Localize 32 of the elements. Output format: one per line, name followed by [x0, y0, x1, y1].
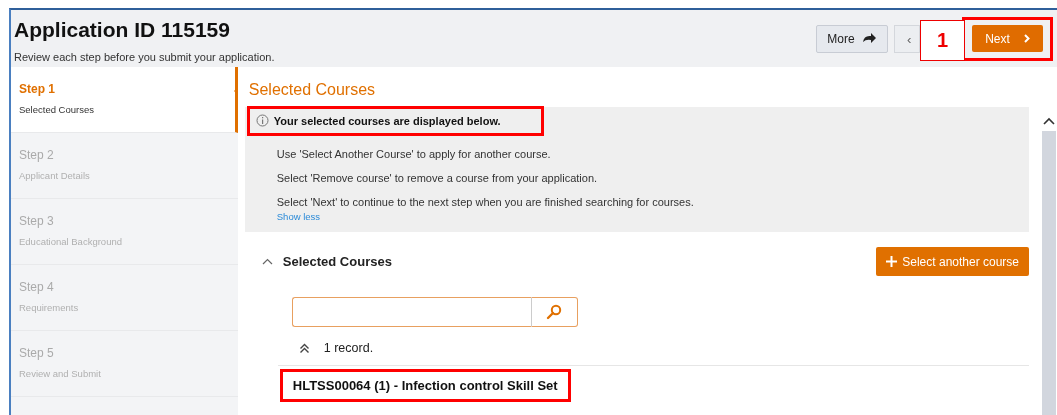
info-text: Select 'Next' to continue to the next step when you are finished searching for courses.: [276, 196, 695, 208]
redo-icon: [860, 32, 877, 46]
step-item[interactable]: Step 3 Educational Background: [11, 199, 238, 265]
search-icon[interactable]: [546, 304, 563, 320]
info-text: Use 'Select Another Course' to apply for another course.: [276, 148, 552, 160]
double-chevron-icon[interactable]: [298, 342, 310, 354]
step-item[interactable]: Step 5 Review and Submit: [11, 331, 238, 397]
search-button[interactable]: [531, 297, 578, 327]
info-icon: [255, 114, 269, 127]
section-heading: Selected Courses: [282, 254, 392, 269]
step-item[interactable]: Step 4 Requirements: [11, 265, 238, 331]
search-field[interactable]: [291, 297, 532, 327]
scrollbar[interactable]: [1041, 117, 1057, 415]
step-item[interactable]: Step 2 Applicant Details: [11, 133, 238, 199]
info-text: Select 'Remove course' to remove a course from your application.: [276, 172, 599, 184]
previous-button[interactable]: ‹: [894, 25, 920, 53]
info-heading: Your selected courses are displayed below.: [273, 114, 501, 127]
record-count: 1 record.: [323, 341, 374, 355]
show-less-link[interactable]: Show less: [276, 211, 1029, 222]
section-title: Selected Courses: [248, 81, 377, 99]
page-subtitle: Review each step before you submit your application.: [14, 51, 275, 63]
page-title: Application ID 115159: [14, 18, 231, 42]
more-button[interactable]: More: [816, 25, 888, 53]
scroll-up-icon[interactable]: [1043, 117, 1055, 125]
select-another-course-button[interactable]: Select another course: [876, 247, 1029, 276]
step-item[interactable]: Step 1 Selected Courses: [11, 67, 238, 133]
plus-icon: [886, 256, 898, 267]
collapse-icon[interactable]: [261, 258, 273, 265]
course-title: HLTSS00064 (1) - Infection control Skill Set: [279, 369, 571, 402]
next-button[interactable]: Next: [972, 25, 1043, 52]
chevron-right-icon: [1023, 34, 1030, 43]
annotation-number: 1: [920, 20, 965, 61]
